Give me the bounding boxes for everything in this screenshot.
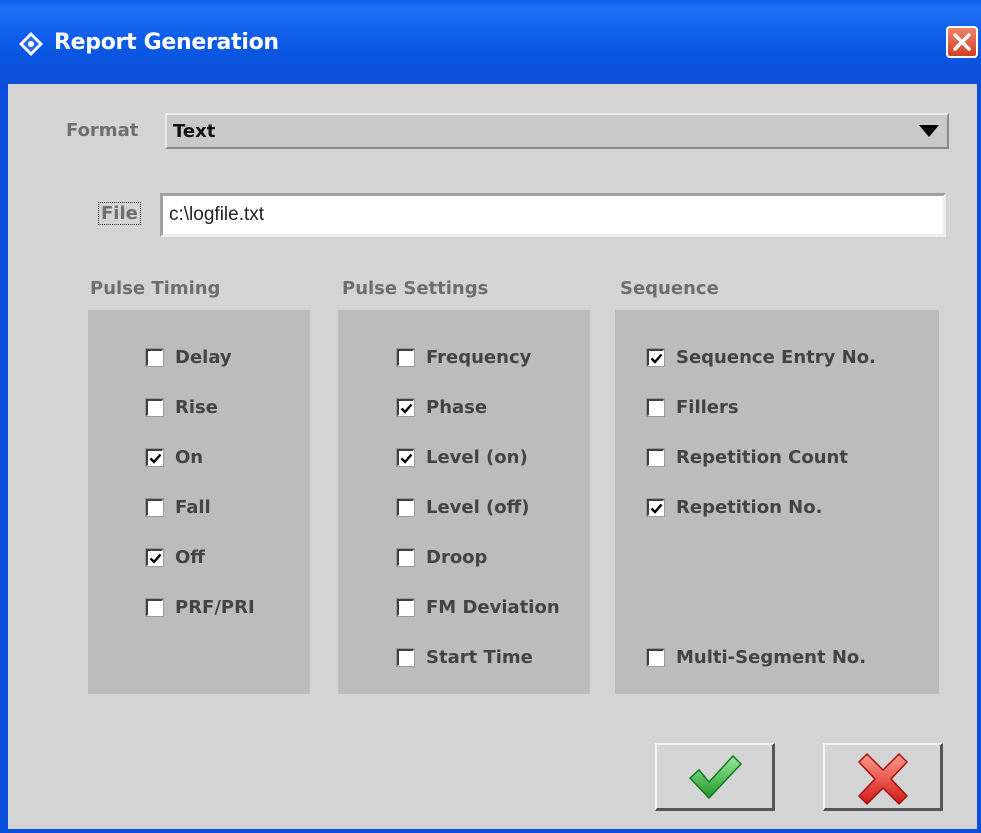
checkbox-label[interactable]: Level (on) [426, 447, 528, 468]
close-icon [953, 33, 971, 51]
checkbox-label[interactable]: Repetition No. [676, 497, 822, 518]
format-dropdown[interactable]: Text [165, 113, 949, 149]
sequence-option[interactable]: Repetition Count [647, 444, 848, 470]
checkmark-icon [400, 453, 413, 464]
pulse-timing-option[interactable]: PRF/PRI [146, 594, 255, 620]
pulse-settings-option[interactable]: Level (off) [397, 494, 529, 520]
sequence-panel: Sequence Entry No. Fillers Repetition Coun… [615, 310, 939, 694]
pulse-timing-option[interactable]: Delay [146, 344, 232, 370]
format-label: Format [66, 120, 139, 141]
pulse-settings-option[interactable]: Phase [397, 394, 487, 420]
checkbox-label[interactable]: Frequency [426, 347, 531, 368]
checkbox-label[interactable]: PRF/PRI [175, 597, 255, 618]
checkmark-icon [149, 553, 162, 564]
checkbox-label[interactable]: Sequence Entry No. [676, 347, 876, 368]
checkbox-label[interactable]: FM Deviation [426, 597, 560, 618]
pulse-timing-option[interactable]: Fall [146, 494, 211, 520]
checkbox[interactable] [397, 548, 414, 566]
checkbox[interactable] [647, 648, 664, 666]
cross-icon [857, 752, 909, 806]
checkbox[interactable] [397, 498, 414, 516]
checkbox[interactable] [146, 348, 163, 366]
checkbox[interactable] [397, 398, 414, 416]
checkbox-label[interactable]: Repetition Count [676, 447, 848, 468]
sequence-option[interactable]: Fillers [647, 394, 739, 420]
pulse-timing-title: Pulse Timing [90, 278, 221, 299]
pulse-settings-option[interactable]: Start Time [397, 644, 533, 670]
pulse-settings-option[interactable]: FM Deviation [397, 594, 560, 620]
checkbox-label[interactable]: Fall [175, 497, 211, 518]
checkbox-label[interactable]: Delay [175, 347, 232, 368]
app-diamond-icon [19, 32, 43, 56]
window-title: Report Generation [54, 30, 279, 55]
checkmark-icon [650, 503, 663, 514]
title-bar[interactable]: Report Generation [0, 0, 981, 84]
pulse-timing-option[interactable]: On [146, 444, 203, 470]
checkbox[interactable] [397, 598, 414, 616]
checkbox[interactable] [647, 398, 664, 416]
file-label[interactable]: File [98, 202, 141, 225]
checkbox[interactable] [397, 348, 414, 366]
checkbox[interactable] [146, 448, 163, 466]
pulse-timing-option[interactable]: Off [146, 544, 205, 570]
checkbox-label[interactable]: Multi-Segment No. [676, 647, 866, 668]
checkbox[interactable] [647, 448, 664, 466]
pulse-settings-option[interactable]: Frequency [397, 344, 531, 370]
pulse-timing-option[interactable]: Rise [146, 394, 218, 420]
checkbox[interactable] [146, 398, 163, 416]
checkbox[interactable] [397, 448, 414, 466]
checkbox-label[interactable]: On [175, 447, 203, 468]
pulse-settings-option[interactable]: Droop [397, 544, 487, 570]
checkbox-label[interactable]: Off [175, 547, 205, 568]
sequence-option[interactable]: Multi-Segment No. [647, 644, 866, 670]
checkbox[interactable] [397, 648, 414, 666]
checkbox-label[interactable]: Droop [426, 547, 487, 568]
pulse-settings-option[interactable]: Level (on) [397, 444, 528, 470]
checkmark-icon [650, 353, 663, 364]
sequence-option[interactable]: Repetition No. [647, 494, 822, 520]
checkbox-label[interactable]: Level (off) [426, 497, 529, 518]
ok-button[interactable] [655, 743, 775, 811]
cancel-button[interactable] [823, 743, 943, 811]
pulse-settings-panel: Frequency Phase Level (on) Level (off) Droop… [338, 310, 590, 694]
pulse-timing-panel: Delay Rise On Fall Off PRF/PRI [88, 310, 310, 694]
dropdown-arrow-icon[interactable] [919, 125, 939, 137]
checkbox[interactable] [146, 498, 163, 516]
checkbox-label[interactable]: Phase [426, 397, 487, 418]
checkbox-label[interactable]: Rise [175, 397, 218, 418]
checkmark-icon [400, 403, 413, 414]
checkmark-icon [688, 754, 743, 800]
checkbox[interactable] [647, 498, 664, 516]
report-generation-dialog: Report Generation Format Text File c:\lo… [0, 0, 981, 833]
checkbox-label[interactable]: Fillers [676, 397, 739, 418]
sequence-option[interactable]: Sequence Entry No. [647, 344, 876, 370]
close-button[interactable] [946, 26, 978, 58]
checkmark-icon [149, 453, 162, 464]
format-selected-value: Text [173, 121, 216, 142]
checkbox-label[interactable]: Start Time [426, 647, 533, 668]
sequence-title: Sequence [620, 278, 719, 299]
pulse-settings-title: Pulse Settings [342, 278, 489, 299]
checkbox[interactable] [647, 348, 664, 366]
file-path-input[interactable]: c:\logfile.txt [160, 193, 946, 237]
checkbox[interactable] [146, 598, 163, 616]
checkbox[interactable] [146, 548, 163, 566]
